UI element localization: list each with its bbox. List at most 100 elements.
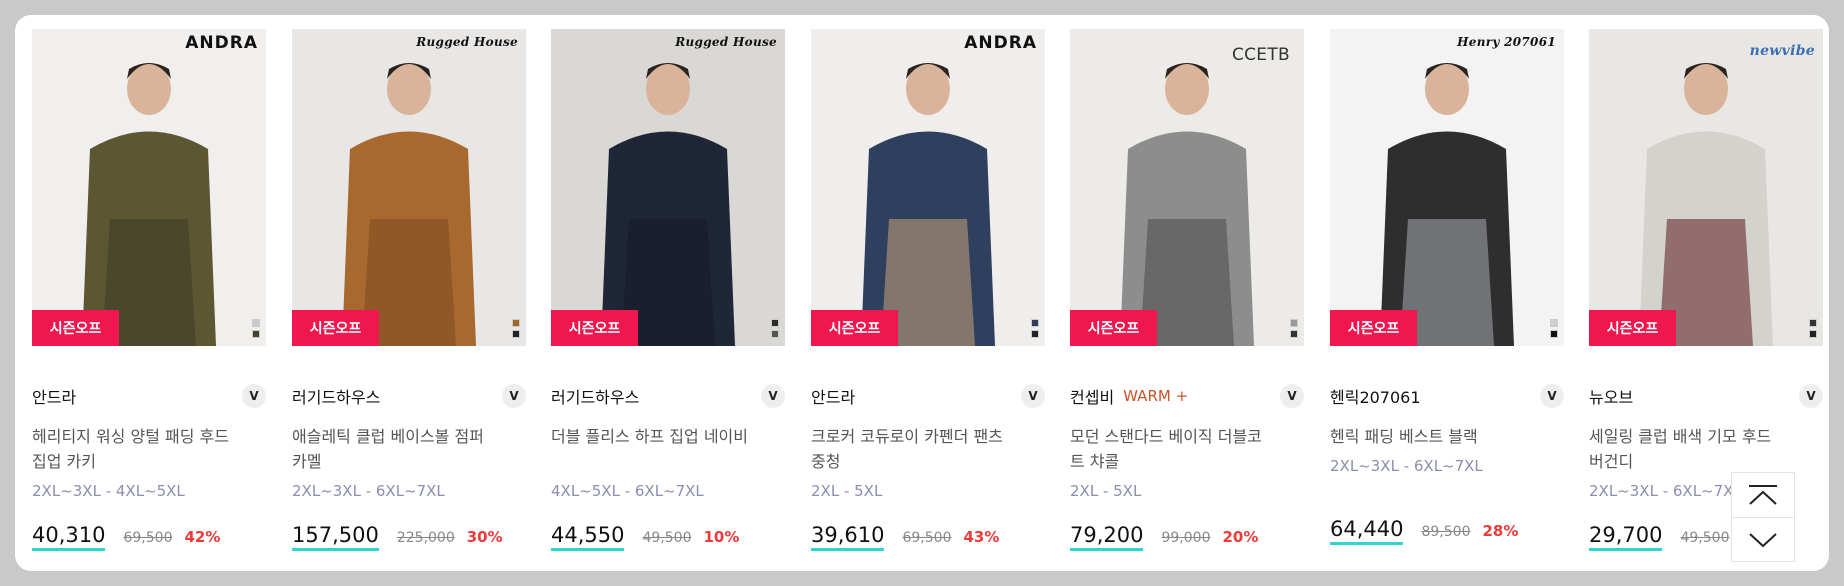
brand-name[interactable]: 러기드하우스 [292,384,380,408]
brand-row: 안드라 V [811,384,1045,408]
color-swatch[interactable] [1290,330,1298,338]
sale-price: 157,500 [292,523,379,551]
size-range: 2XL - 5XL [1070,482,1142,500]
color-swatch[interactable] [1809,319,1817,327]
color-swatch[interactable] [1290,319,1298,327]
product-card[interactable]: Rugged House 시즌오프 러기드하우스 V 애슬레틱 클럽 베이스볼 … [292,29,526,559]
v-icon[interactable]: V [502,384,526,408]
product-card[interactable]: ANDRA 시즌오프 안드라 V 헤리티지 워싱 양털 패딩 후드집업 카키 2… [32,29,266,559]
season-off-badge: 시즌오프 [32,310,119,346]
sale-price: 29,700 [1589,523,1663,551]
product-photo [32,29,266,346]
discount-rate: 10% [703,528,740,546]
original-price: 99,000 [1161,530,1211,546]
color-swatch[interactable] [512,319,520,327]
scroll-control [1731,472,1795,562]
brand-row: 안드라 V [32,384,266,408]
brand-logo: ANDRA [185,33,258,53]
product-image[interactable]: ANDRA 시즌오프 [811,29,1045,346]
discount-rate: 42% [184,528,221,546]
brand-name[interactable]: 헨릭207061 [1330,384,1421,408]
product-image[interactable]: ANDRA 시즌오프 [32,29,266,346]
product-card[interactable]: CCETB 시즌오프 컨셉비 WARM + V 모던 스탠다드 베이직 더블코트… [1070,29,1304,559]
color-swatch[interactable] [771,330,779,338]
brand-name[interactable]: 안드라 [32,384,76,408]
chevron-down-icon [1749,532,1777,547]
product-title[interactable]: 애슬레틱 클럽 베이스볼 점퍼 카멜 [292,424,492,474]
color-swatch[interactable] [512,330,520,338]
color-swatch[interactable] [1031,330,1039,338]
scroll-top-icon [1749,485,1777,505]
product-title[interactable]: 더블 플리스 하프 집업 네이비 [551,424,751,449]
season-off-badge: 시즌오프 [1330,310,1417,346]
color-swatch[interactable] [1809,330,1817,338]
product-carousel: ANDRA 시즌오프 안드라 V 헤리티지 워싱 양털 패딩 후드집업 카키 2… [15,15,1829,571]
color-swatch[interactable] [1550,319,1558,327]
v-icon[interactable]: V [761,384,785,408]
brand-logo: CCETB [1231,45,1290,65]
brand-name[interactable]: 러기드하우스 [551,384,639,408]
color-swatch[interactable] [252,330,260,338]
product-photo [1330,29,1564,346]
price-row: 29,700 49,500 [1589,523,1729,551]
price-row: 44,550 49,500 10% [551,523,739,551]
product-card[interactable]: ANDRA 시즌오프 안드라 V 크로커 코듀로이 카펜더 팬츠 중청 2XL … [811,29,1045,559]
v-icon[interactable]: V [1799,384,1823,408]
brand-row: 뉴오브 V [1589,384,1823,408]
product-image[interactable]: Rugged House 시즌오프 [292,29,526,346]
product-title[interactable]: 헤리티지 워싱 양털 패딩 후드집업 카키 [32,424,232,474]
product-photo [292,29,526,346]
product-title[interactable]: 세일링 클럽 배색 기모 후드 버건디 [1589,424,1789,474]
v-icon[interactable]: V [1280,384,1304,408]
v-icon[interactable]: V [1540,384,1564,408]
brand-name[interactable]: 컨셉비 [1070,384,1114,408]
brand-row: 헨릭207061 V [1330,384,1564,408]
brand-name[interactable]: 뉴오브 [1589,384,1633,408]
scroll-top-button[interactable] [1732,473,1794,517]
product-image[interactable]: CCETB 시즌오프 [1070,29,1304,346]
color-swatches [1290,316,1298,338]
original-price: 69,500 [123,530,173,546]
product-image[interactable]: Rugged House 시즌오프 [551,29,785,346]
v-icon[interactable]: V [1021,384,1045,408]
brand-logo: Rugged House [675,35,777,49]
product-image[interactable]: newvibe 시즌오프 [1589,29,1823,346]
product-card[interactable]: Henry 207061 시즌오프 헨릭207061 V 헨릭 패딩 베스트 블… [1330,29,1564,559]
color-swatches [1550,316,1558,338]
color-swatch[interactable] [1550,330,1558,338]
season-off-badge: 시즌오프 [1070,310,1157,346]
color-swatches [252,316,260,338]
product-title[interactable]: 모던 스탠다드 베이직 더블코트 챠콜 [1070,424,1270,474]
original-price: 89,500 [1421,524,1471,540]
product-photo [1070,29,1304,346]
product-title[interactable]: 헨릭 패딩 베스트 블랙 [1330,424,1564,449]
sale-price: 64,440 [1330,517,1404,545]
v-icon[interactable]: V [242,384,266,408]
brand-name[interactable]: 안드라 [811,384,855,408]
price-row: 39,610 69,500 43% [811,523,999,551]
price-row: 157,500 225,000 30% [292,523,503,551]
original-price: 69,500 [902,530,952,546]
product-photo [1589,29,1823,346]
original-price: 225,000 [396,530,455,546]
original-price: 49,500 [1680,530,1730,546]
color-swatches [1809,316,1817,338]
brand-logo: Henry 207061 [1457,35,1556,49]
scroll-down-button[interactable] [1732,517,1794,561]
size-range: 2XL~3XL - 6XL~7XL [1589,482,1742,500]
color-swatch[interactable] [252,319,260,327]
color-swatches [771,316,779,338]
color-swatch[interactable] [1031,319,1039,327]
sale-price: 40,310 [32,523,106,551]
color-swatch[interactable] [771,319,779,327]
product-title[interactable]: 크로커 코듀로이 카펜더 팬츠 중청 [811,424,1011,474]
brand-row: 러기드하우스 V [292,384,526,408]
product-image[interactable]: Henry 207061 시즌오프 [1330,29,1564,346]
brand-logo: Rugged House [416,35,518,49]
product-card[interactable]: Rugged House 시즌오프 러기드하우스 V 더블 플리스 하프 집업 … [551,29,785,559]
price-row: 79,200 99,000 20% [1070,523,1258,551]
size-range: 2XL~3XL - 6XL~7XL [292,482,445,500]
product-photo [551,29,785,346]
brand-logo: ANDRA [964,33,1037,53]
price-row: 64,440 89,500 28% [1330,517,1518,545]
